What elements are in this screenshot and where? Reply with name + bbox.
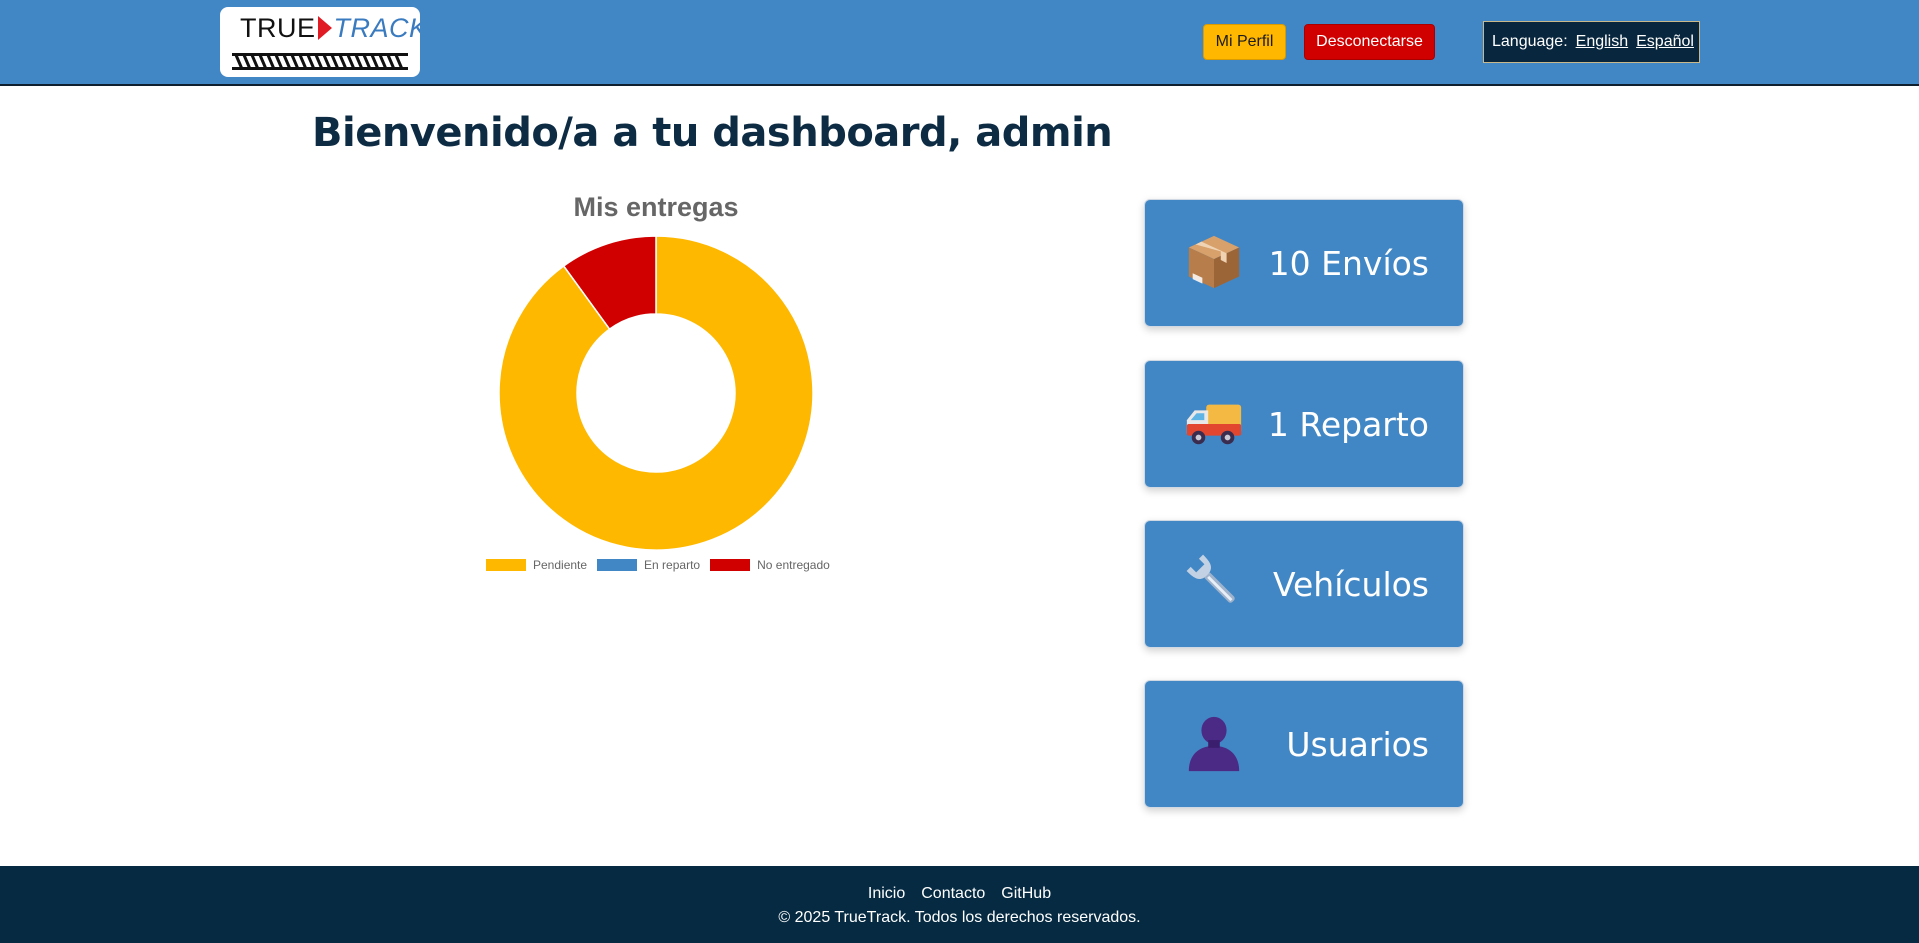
tyre-track-icon [230, 51, 410, 71]
footer-link-github[interactable]: GitHub [1001, 885, 1051, 903]
deliveries-card-label: 1 Reparto [1267, 404, 1429, 444]
users-card[interactable]: Usuarios [1144, 680, 1464, 808]
user-silhouette-icon [1188, 716, 1240, 772]
wrench-icon [1186, 554, 1235, 603]
legend-swatch [486, 559, 526, 571]
legend-label: En reparto [644, 558, 701, 572]
legend-item-pendiente[interactable]: Pendiente [486, 558, 587, 572]
footer-link-contact[interactable]: Contacto [921, 885, 985, 903]
deliveries-donut-chart [498, 235, 814, 551]
footer-link-home[interactable]: Inicio [868, 885, 905, 903]
logout-button[interactable]: Desconectarse [1304, 24, 1435, 60]
my-profile-button[interactable]: Mi Perfil [1203, 24, 1286, 60]
legend-item-no-entregado[interactable]: No entregado [710, 558, 830, 572]
shipments-card[interactable]: 10 Envíos [1144, 199, 1464, 327]
deliveries-card[interactable]: 1 Reparto [1144, 360, 1464, 488]
chart-legend: Pendiente En reparto No entregado [486, 558, 840, 572]
footer-copyright: © 2025 TrueTrack. Todos los derechos res… [778, 909, 1141, 926]
legend-swatch [597, 559, 638, 571]
logo-true-text: TRUE [240, 13, 316, 43]
language-label: Language: [1492, 33, 1568, 50]
users-card-label: Usuarios [1286, 724, 1429, 764]
vehicles-card[interactable]: Vehículos [1144, 520, 1464, 648]
top-navbar: TRUE TRACK Mi Perfil Desconectarse Langua… [0, 0, 1919, 86]
truetrack-logo[interactable]: TRUE TRACK [220, 7, 420, 77]
chart-title: Mis entregas [573, 192, 739, 222]
logo-track-text: TRACK [333, 13, 421, 43]
package-icon [1188, 235, 1240, 289]
logo-arrow-icon [317, 16, 332, 40]
language-switcher: Language: English Español [1483, 21, 1700, 63]
delivery-truck-icon [1186, 404, 1242, 445]
logo-wordmark: TRUE TRACK [240, 13, 420, 44]
footer-links: Inicio Contacto GitHub [0, 885, 1919, 903]
legend-label: No entregado [757, 558, 830, 572]
footer: Inicio Contacto GitHub © 2025 TrueTrack.… [0, 866, 1919, 943]
legend-swatch [710, 559, 751, 571]
legend-label: Pendiente [533, 558, 588, 572]
language-option-spanish[interactable]: Español [1636, 33, 1694, 51]
language-option-english[interactable]: English [1576, 33, 1628, 51]
page-title: Bienvenido/a a tu dashboard, admin [312, 110, 1113, 156]
legend-item-en-reparto[interactable]: En reparto [597, 558, 700, 572]
shipments-card-label: 10 Envíos [1268, 243, 1429, 283]
vehicles-card-label: Vehículos [1272, 564, 1429, 604]
